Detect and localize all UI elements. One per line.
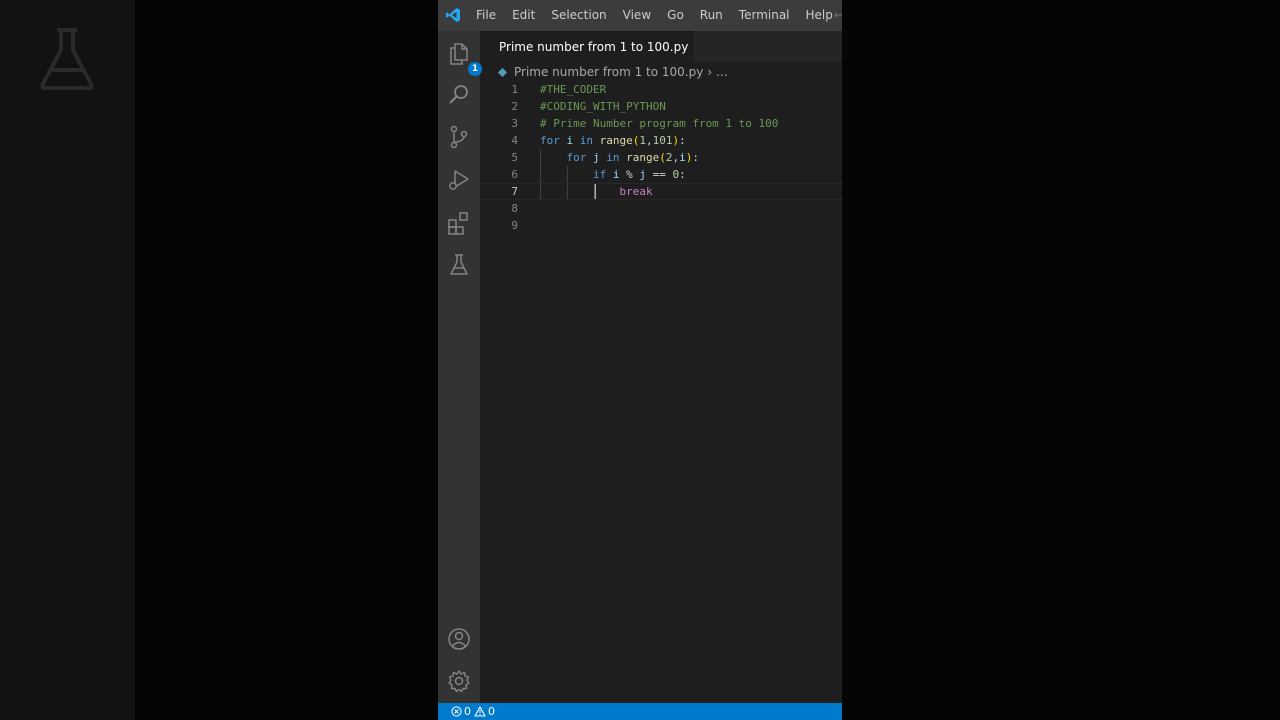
status-bar: 0 0	[438, 703, 842, 720]
problems-warnings[interactable]: 0	[474, 705, 495, 718]
code-line: 3 # Prime Number program from 1 to 100	[480, 115, 842, 132]
gear-icon[interactable]	[446, 668, 472, 694]
menu-edit[interactable]: Edit	[504, 0, 543, 31]
warning-icon	[474, 706, 486, 717]
menu-run[interactable]: Run	[692, 0, 731, 31]
text-cursor	[595, 184, 596, 199]
line-number: 5	[511, 151, 518, 164]
code-line: 8	[480, 200, 842, 217]
breadcrumb-more[interactable]: ...	[716, 65, 727, 79]
source-control-icon[interactable]	[446, 124, 472, 150]
line-number: 4	[511, 134, 518, 147]
arrow-left-icon[interactable]: ←	[834, 8, 842, 22]
code-line-current: 7 break	[480, 183, 842, 200]
account-icon[interactable]	[446, 626, 472, 652]
tabs-bar: Prime number from 1 to 100.py	[480, 31, 842, 62]
menu-terminal[interactable]: Terminal	[731, 0, 798, 31]
line-text: #THE_CODER	[540, 83, 607, 96]
line-text: # Prime Number program from 1 to 100	[540, 117, 779, 130]
error-icon	[451, 706, 462, 717]
flask-icon	[40, 28, 94, 90]
vscode-logo-icon	[446, 8, 460, 22]
code-line: 6 if i % j == 0:	[480, 166, 842, 183]
error-count: 0	[464, 705, 471, 718]
code-editor[interactable]: 1 #THE_CODER 2 #CODING_WITH_PYTHON 3 # P…	[480, 81, 842, 681]
breadcrumb-file[interactable]: Prime number from 1 to 100.py	[514, 65, 703, 79]
files-icon[interactable]: 1	[446, 40, 482, 76]
code-line: 2 #CODING_WITH_PYTHON	[480, 98, 842, 115]
line-text: for j in range(2,i):	[566, 151, 700, 164]
tab-label: Prime number from 1 to 100.py	[499, 39, 689, 54]
line-text: #CODING_WITH_PYTHON	[540, 100, 666, 113]
line-number: 9	[511, 219, 518, 232]
search-icon[interactable]	[446, 82, 472, 108]
line-text: break	[619, 185, 653, 198]
activity-bar: 1	[438, 31, 482, 703]
python-file-icon	[497, 67, 508, 77]
menu-selection[interactable]: Selection	[543, 0, 614, 31]
run-debug-icon[interactable]	[446, 167, 472, 193]
menu-file[interactable]: File	[468, 0, 504, 31]
code-line: 4 for i in range(1,101):	[480, 132, 842, 149]
title-bar: File Edit Selection View Go Run Terminal…	[438, 0, 842, 31]
left-background-panel	[0, 0, 135, 720]
vscode-window: File Edit Selection View Go Run Terminal…	[438, 0, 842, 720]
line-number: 2	[511, 100, 518, 113]
line-text: if i % j == 0:	[592, 168, 686, 181]
code-line: 5 for j in range(2,i):	[480, 149, 842, 166]
line-text: for i in range(1,101):	[540, 134, 686, 147]
testing-icon[interactable]	[446, 252, 472, 278]
line-number: 3	[511, 117, 518, 130]
tab-prime-number-file[interactable]: Prime number from 1 to 100.py	[480, 31, 694, 62]
menu-bar: File Edit Selection View Go Run Terminal…	[468, 0, 841, 31]
problems-errors[interactable]: 0	[451, 705, 471, 718]
code-line: 9	[480, 217, 842, 234]
warning-count: 0	[488, 705, 495, 718]
menu-view[interactable]: View	[615, 0, 659, 31]
chevron-right-icon: ›	[707, 65, 713, 79]
line-number: 7	[511, 185, 518, 198]
breadcrumb: Prime number from 1 to 100.py › ...	[480, 62, 842, 82]
line-number: 8	[511, 202, 518, 215]
extensions-icon[interactable]	[446, 210, 472, 236]
line-number: 6	[511, 168, 518, 181]
menu-go[interactable]: Go	[659, 0, 692, 31]
line-number: 1	[511, 83, 518, 96]
code-line: 1 #THE_CODER	[480, 81, 842, 98]
